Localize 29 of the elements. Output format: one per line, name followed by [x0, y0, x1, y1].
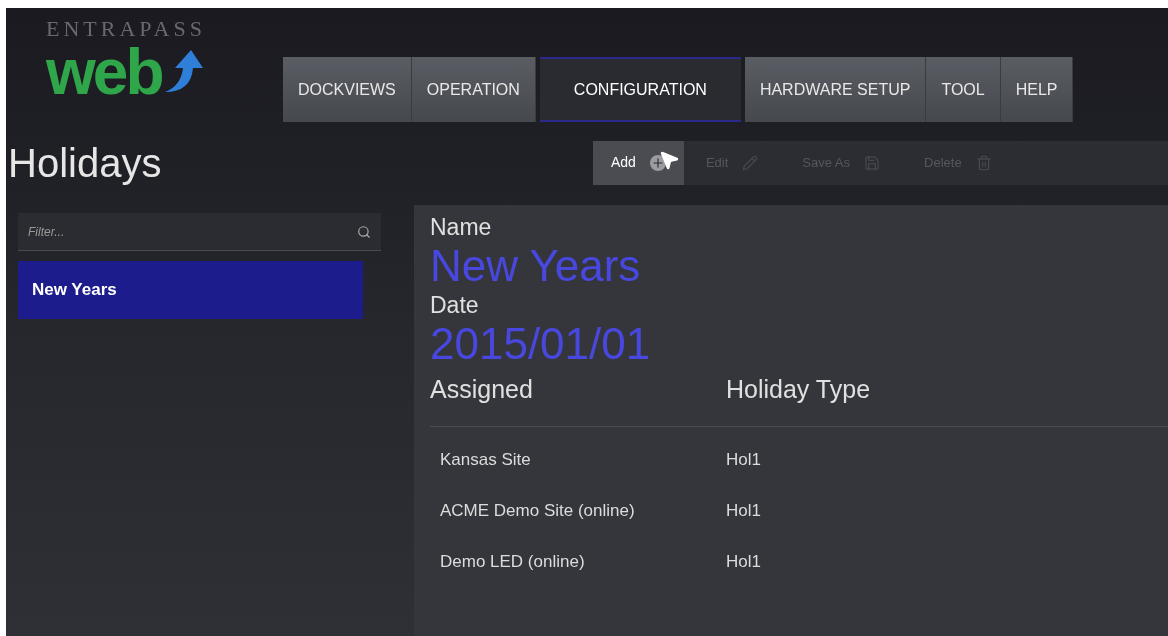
- nav-tab[interactable]: HARDWARE SETUP: [744, 57, 927, 122]
- field-label: Date: [430, 291, 480, 320]
- sidebar-item[interactable]: New Years: [18, 261, 363, 319]
- filter-field[interactable]: Filter...: [18, 213, 381, 251]
- logo-wordmark: web: [46, 40, 162, 104]
- table-cell-text: Hol1: [726, 550, 761, 573]
- nav-tab[interactable]: DOCKVIEWS: [283, 57, 412, 122]
- search-icon: [357, 225, 371, 239]
- logo-caption: ENTRAPASS: [46, 18, 207, 40]
- table-cell-text: Kansas Site: [440, 448, 532, 471]
- table-cell-text: Hol1: [726, 448, 761, 471]
- nav-tab[interactable]: CONFIGURATION: [539, 57, 741, 122]
- page-title: Holidays: [7, 142, 163, 183]
- nav-tab[interactable]: HELP: [1000, 57, 1074, 122]
- column-header: Holiday Type: [726, 374, 871, 405]
- table-cell-text: Demo LED (online): [440, 550, 586, 573]
- toolbar-button[interactable]: Add: [593, 140, 684, 185]
- plus-icon: [649, 154, 666, 171]
- trash-icon: [975, 154, 992, 171]
- nav-tab[interactable]: OPERATION: [411, 57, 536, 122]
- field-value: New Years: [430, 243, 642, 289]
- field-value: 2015/01/01: [430, 321, 652, 367]
- table-cell-text: Hol1: [726, 499, 761, 522]
- table-cell-text: ACME Demo Site (online): [440, 499, 636, 522]
- mouse-cursor-icon: [658, 149, 680, 171]
- pencil-icon: [742, 154, 759, 171]
- nav-tab[interactable]: TOOL: [926, 57, 1001, 122]
- column-header: Assigned: [430, 374, 534, 405]
- field-label: Name: [430, 213, 493, 242]
